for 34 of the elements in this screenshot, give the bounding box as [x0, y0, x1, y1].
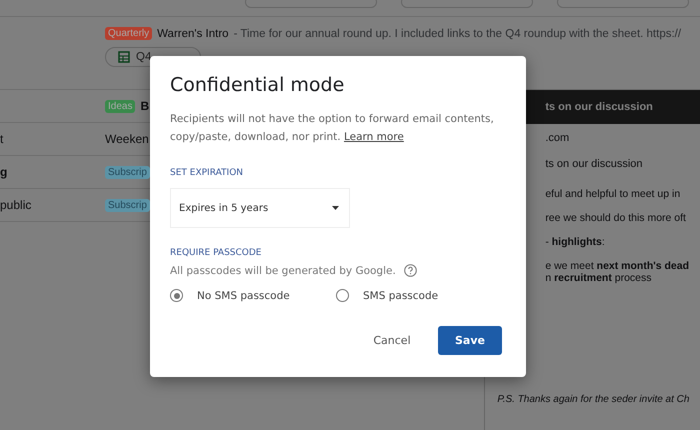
- label-tag: Subscrip: [105, 198, 150, 212]
- spreadsheet-icon: [118, 51, 130, 63]
- email-subject: ts on our discussion: [544, 157, 644, 172]
- passcode-radio[interactable]: No SMS passcode: [170, 289, 336, 302]
- label-tag: Quarterly: [105, 27, 152, 40]
- email-subject: Weeken: [105, 132, 149, 146]
- radio-button[interactable]: [170, 289, 183, 302]
- email-text: ree we should do this more oft: [544, 211, 687, 224]
- passcode-note: All passcodes will be generated by Google.: [170, 264, 396, 276]
- section-label: SET EXPIRATION: [170, 168, 244, 178]
- email-subject: Warren's Intro: [157, 28, 229, 40]
- email-subject: B: [140, 99, 150, 113]
- save-button[interactable]: Save: [438, 326, 502, 355]
- email-text: P.S. Thanks again for the seder invite at Ch: [496, 393, 690, 405]
- radio-button[interactable]: [336, 289, 349, 302]
- section-label: REQUIRE PASSCODE: [170, 248, 262, 258]
- cancel-button[interactable]: Cancel: [360, 326, 424, 355]
- sender-address: .com: [544, 131, 570, 146]
- email-text: - highlights:: [544, 235, 606, 248]
- email-snippet: - Time for our annual round up. I included links to the Q4 roundup with the sheet. https://: [234, 28, 682, 40]
- email-text: n recruitment process: [544, 272, 653, 284]
- email-text: e we meet next month's dead: [544, 259, 690, 272]
- help-icon[interactable]: [404, 264, 417, 277]
- dialog-title: Confidential mode: [170, 74, 346, 96]
- caret-icon: [332, 206, 339, 210]
- sender-name: public: [0, 198, 32, 212]
- sender-name: t: [0, 132, 4, 146]
- passcode-radio[interactable]: SMS passcode: [336, 289, 502, 302]
- expiration-dropdown[interactable]: Expires in 5 years: [170, 188, 350, 228]
- email-text: eful and helpful to meet up in: [544, 187, 682, 200]
- learn-more-link[interactable]: Learn more: [344, 131, 404, 143]
- label-tag: Subscrip: [105, 166, 150, 178]
- sender-name: g: [0, 165, 8, 179]
- label-tag: Ideas: [105, 100, 136, 112]
